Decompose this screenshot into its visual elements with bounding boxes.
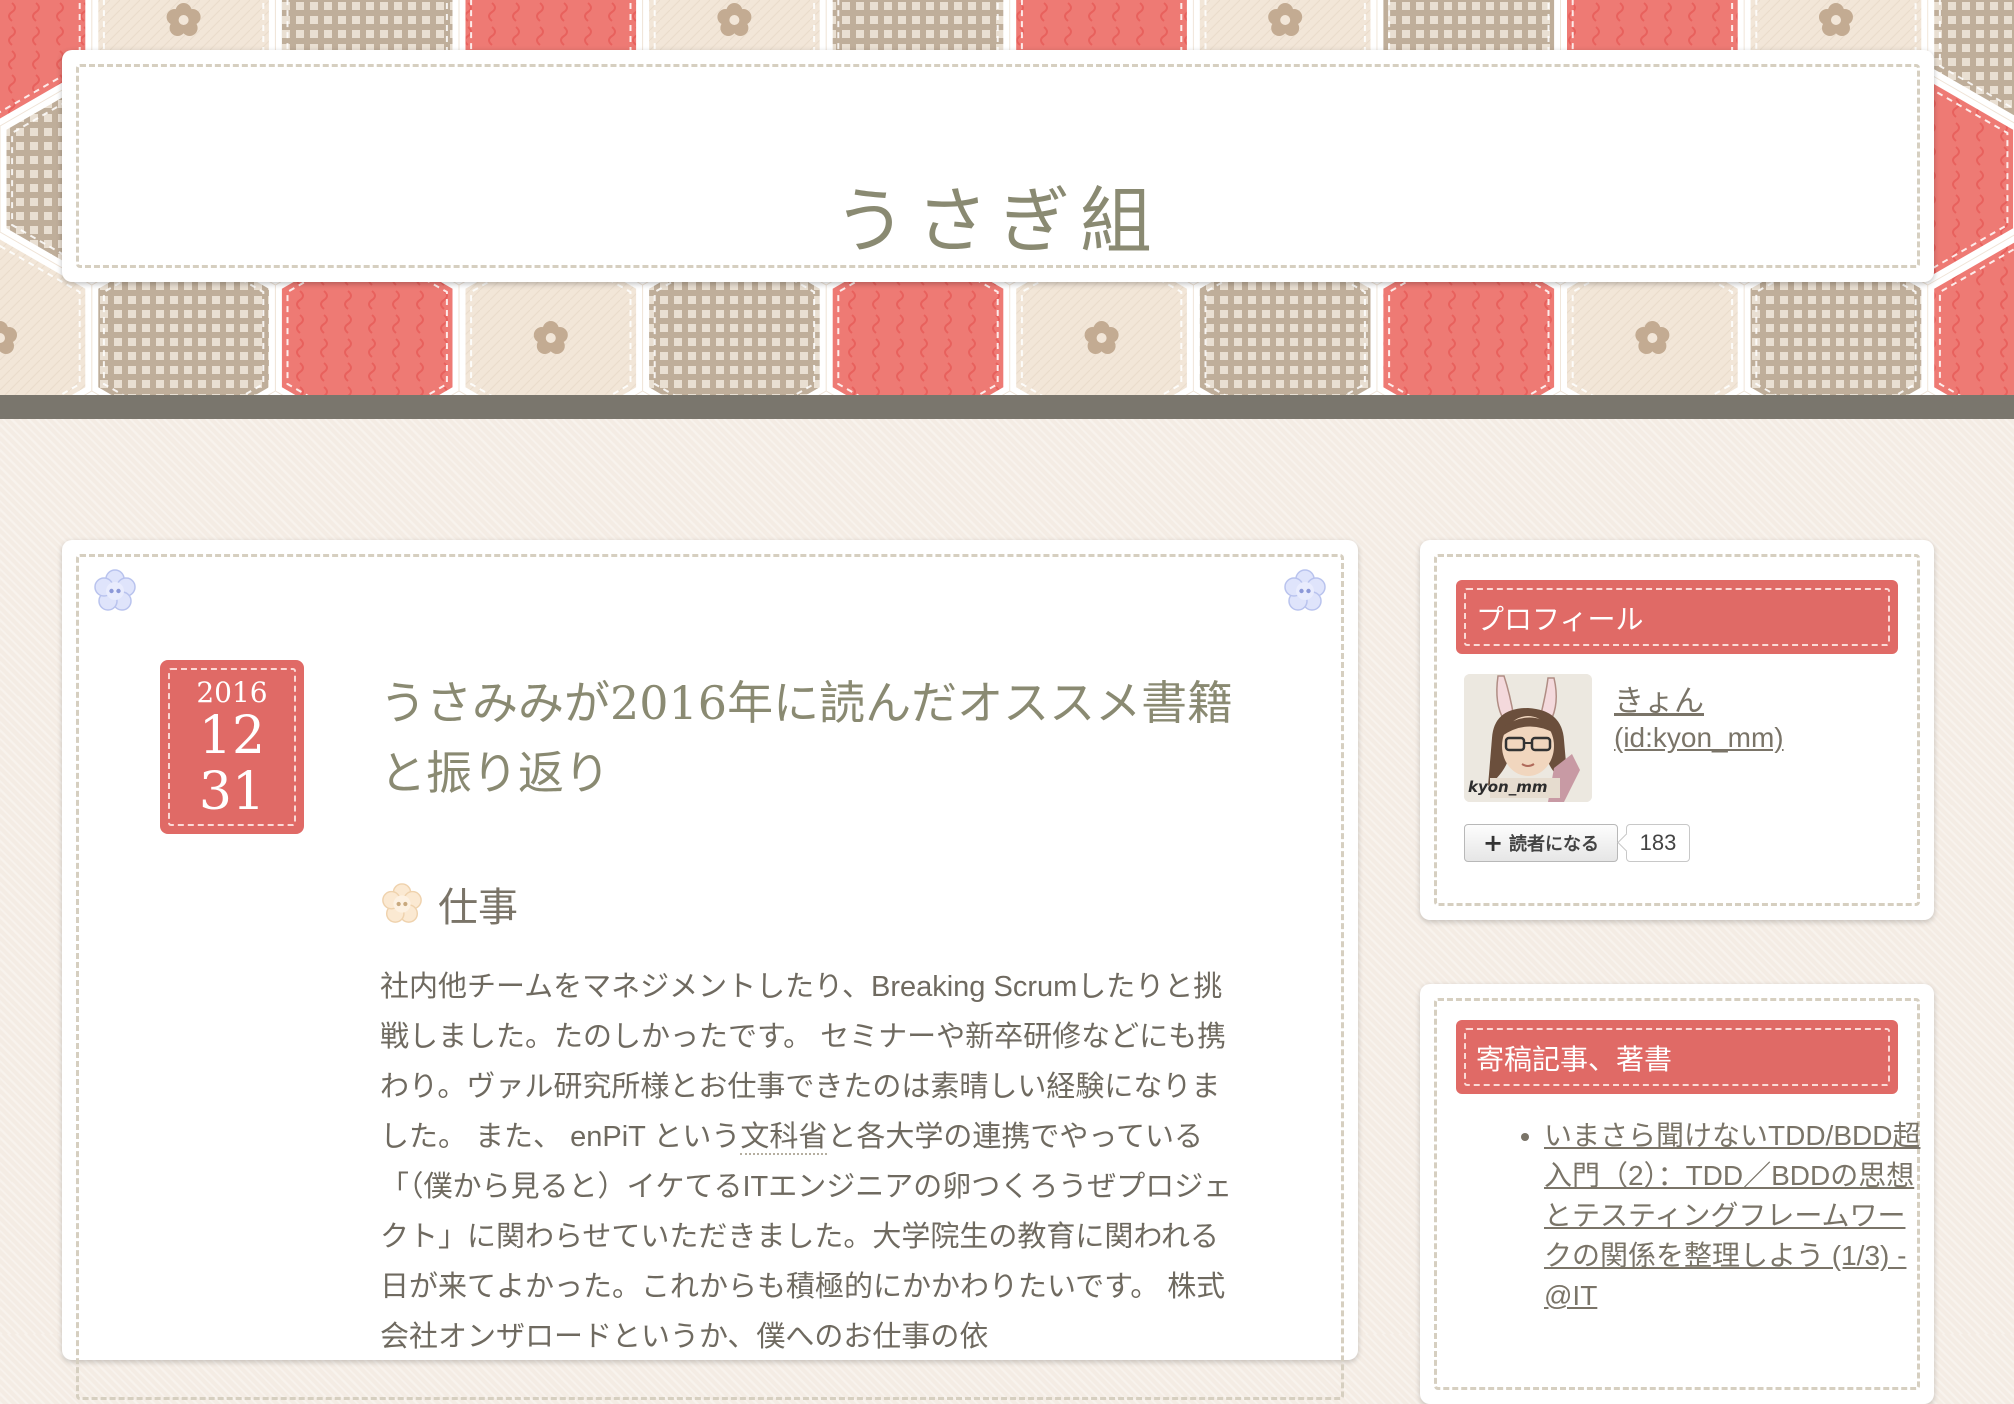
profile-heading: プロフィール [1456,580,1898,654]
date-day: 31 [198,762,266,822]
section-heading: 仕事 [380,876,518,932]
profile-heading-text: プロフィール [1476,603,1644,636]
article-link[interactable]: いまさら聞けないTDD/BDD超入門（2）：TDD／BDDの思想とテスティングフ… [1544,1120,1920,1311]
avatar[interactable]: kyon_mm [1464,674,1592,802]
date-year: 2016 [196,676,268,709]
entry-body: 社内他チームをマネジメントしたり、Breaking Scrumしたりと挑戦しまし… [380,962,1240,1362]
keyword-link[interactable]: 文科省 [740,1121,828,1155]
header-divider [0,395,2014,419]
list-item: いまさら聞けないTDD/BDD超入門（2）：TDD／BDDの思想とテスティングフ… [1544,1116,1930,1316]
plus-icon: + [1482,829,1504,857]
flower-button-icon [1284,569,1326,611]
articles-heading-text: 寄稿記事、著書 [1476,1043,1673,1076]
subscribe-button[interactable]: + 読者になる [1464,824,1618,862]
subscriber-count: 183 [1626,824,1690,862]
entry-date-badge[interactable]: 2016 12 31 [160,660,304,834]
articles-heading: 寄稿記事、著書 [1456,1020,1898,1094]
site-title-card: うさぎ組 [62,50,1934,282]
article-list: いまさら聞けないTDD/BDD超入門（2）：TDD／BDDの思想とテスティングフ… [1512,1116,1930,1316]
profile-name-link[interactable]: きょん [1614,676,1704,720]
date-month: 12 [198,706,266,766]
flower-heading-icon [382,883,422,923]
section-heading-text: 仕事 [438,885,518,931]
profile-id-link[interactable]: (id:kyon_mm) [1614,722,1784,754]
entry-body-text-2: と各大学の連携でやっている「（僕から見ると）イケてるITエンジニアの卵つくろうぜ… [380,1121,1233,1353]
avatar-caption: kyon_mm [1468,778,1548,796]
flower-button-icon [94,569,136,611]
entry-title[interactable]: うさみみが2016年に読んだオススメ書籍と振り返り [380,668,1260,808]
site-title[interactable]: うさぎ組 [62,162,1934,267]
subscribe-label: 読者になる [1509,834,1600,855]
